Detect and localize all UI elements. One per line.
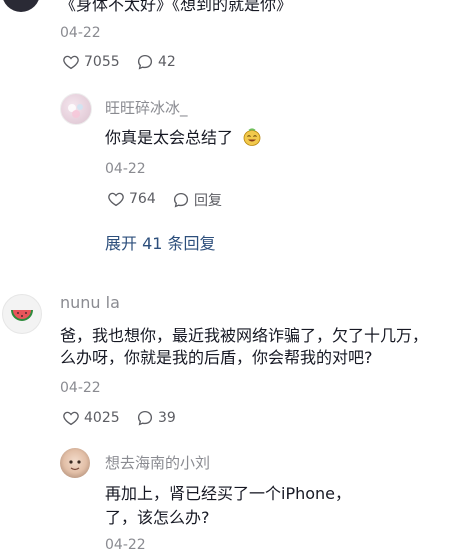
- reply-date: 04-22: [105, 537, 146, 553]
- comment-icon: [137, 54, 153, 70]
- watermelon-icon: [11, 310, 33, 321]
- reply-count: 39: [158, 410, 176, 426]
- avatar[interactable]: [60, 448, 90, 478]
- heart-icon: [63, 55, 79, 70]
- reply-button[interactable]: 42: [136, 53, 176, 71]
- like-count: 764: [129, 191, 156, 207]
- avatar-image: [69, 460, 81, 471]
- expand-replies-link[interactable]: 展开 41 条回复: [105, 230, 216, 254]
- comment-text-line-2: 么办呀，你就是我的后盾，你会帮我的对吧?: [60, 348, 373, 367]
- avatar-image: [68, 104, 83, 118]
- like-button[interactable]: 4025: [62, 409, 120, 427]
- username[interactable]: nunu la: [60, 293, 120, 312]
- reply-button[interactable]: 回复: [172, 190, 222, 210]
- heart-icon: [63, 411, 79, 426]
- comment-text: 《身体不太好》《想到的就是你》: [60, 0, 293, 14]
- like-count: 7055: [84, 54, 120, 70]
- comment-date: 04-22: [60, 380, 101, 396]
- comment-date: 04-22: [60, 25, 101, 41]
- heart-icon: [108, 192, 124, 207]
- reply-date: 04-22: [105, 161, 146, 177]
- username[interactable]: 想去海南的小刘: [105, 452, 210, 473]
- reply-count: 42: [158, 54, 176, 70]
- laughing-emoji-icon: [243, 128, 261, 146]
- reply-button[interactable]: 39: [136, 409, 176, 427]
- reply-text-line-1: 再加上，肾已经买了一个iPhone，: [105, 484, 352, 503]
- reply-text-content: 你真是太会总结了: [105, 128, 234, 147]
- reply-text: 你真是太会总结了: [105, 125, 262, 151]
- reply-label: 回复: [194, 193, 222, 209]
- comment-icon: [137, 410, 153, 426]
- username[interactable]: 旺旺碎冰冰_: [105, 97, 188, 118]
- reply-text-line-2: 了，该怎么办?: [105, 508, 210, 527]
- avatar[interactable]: [2, 294, 42, 334]
- comment-icon: [173, 192, 189, 208]
- avatar[interactable]: [2, 0, 40, 12]
- like-count: 4025: [84, 410, 120, 426]
- avatar[interactable]: [60, 93, 92, 125]
- like-button[interactable]: 764: [107, 190, 156, 208]
- like-button[interactable]: 7055: [62, 53, 120, 71]
